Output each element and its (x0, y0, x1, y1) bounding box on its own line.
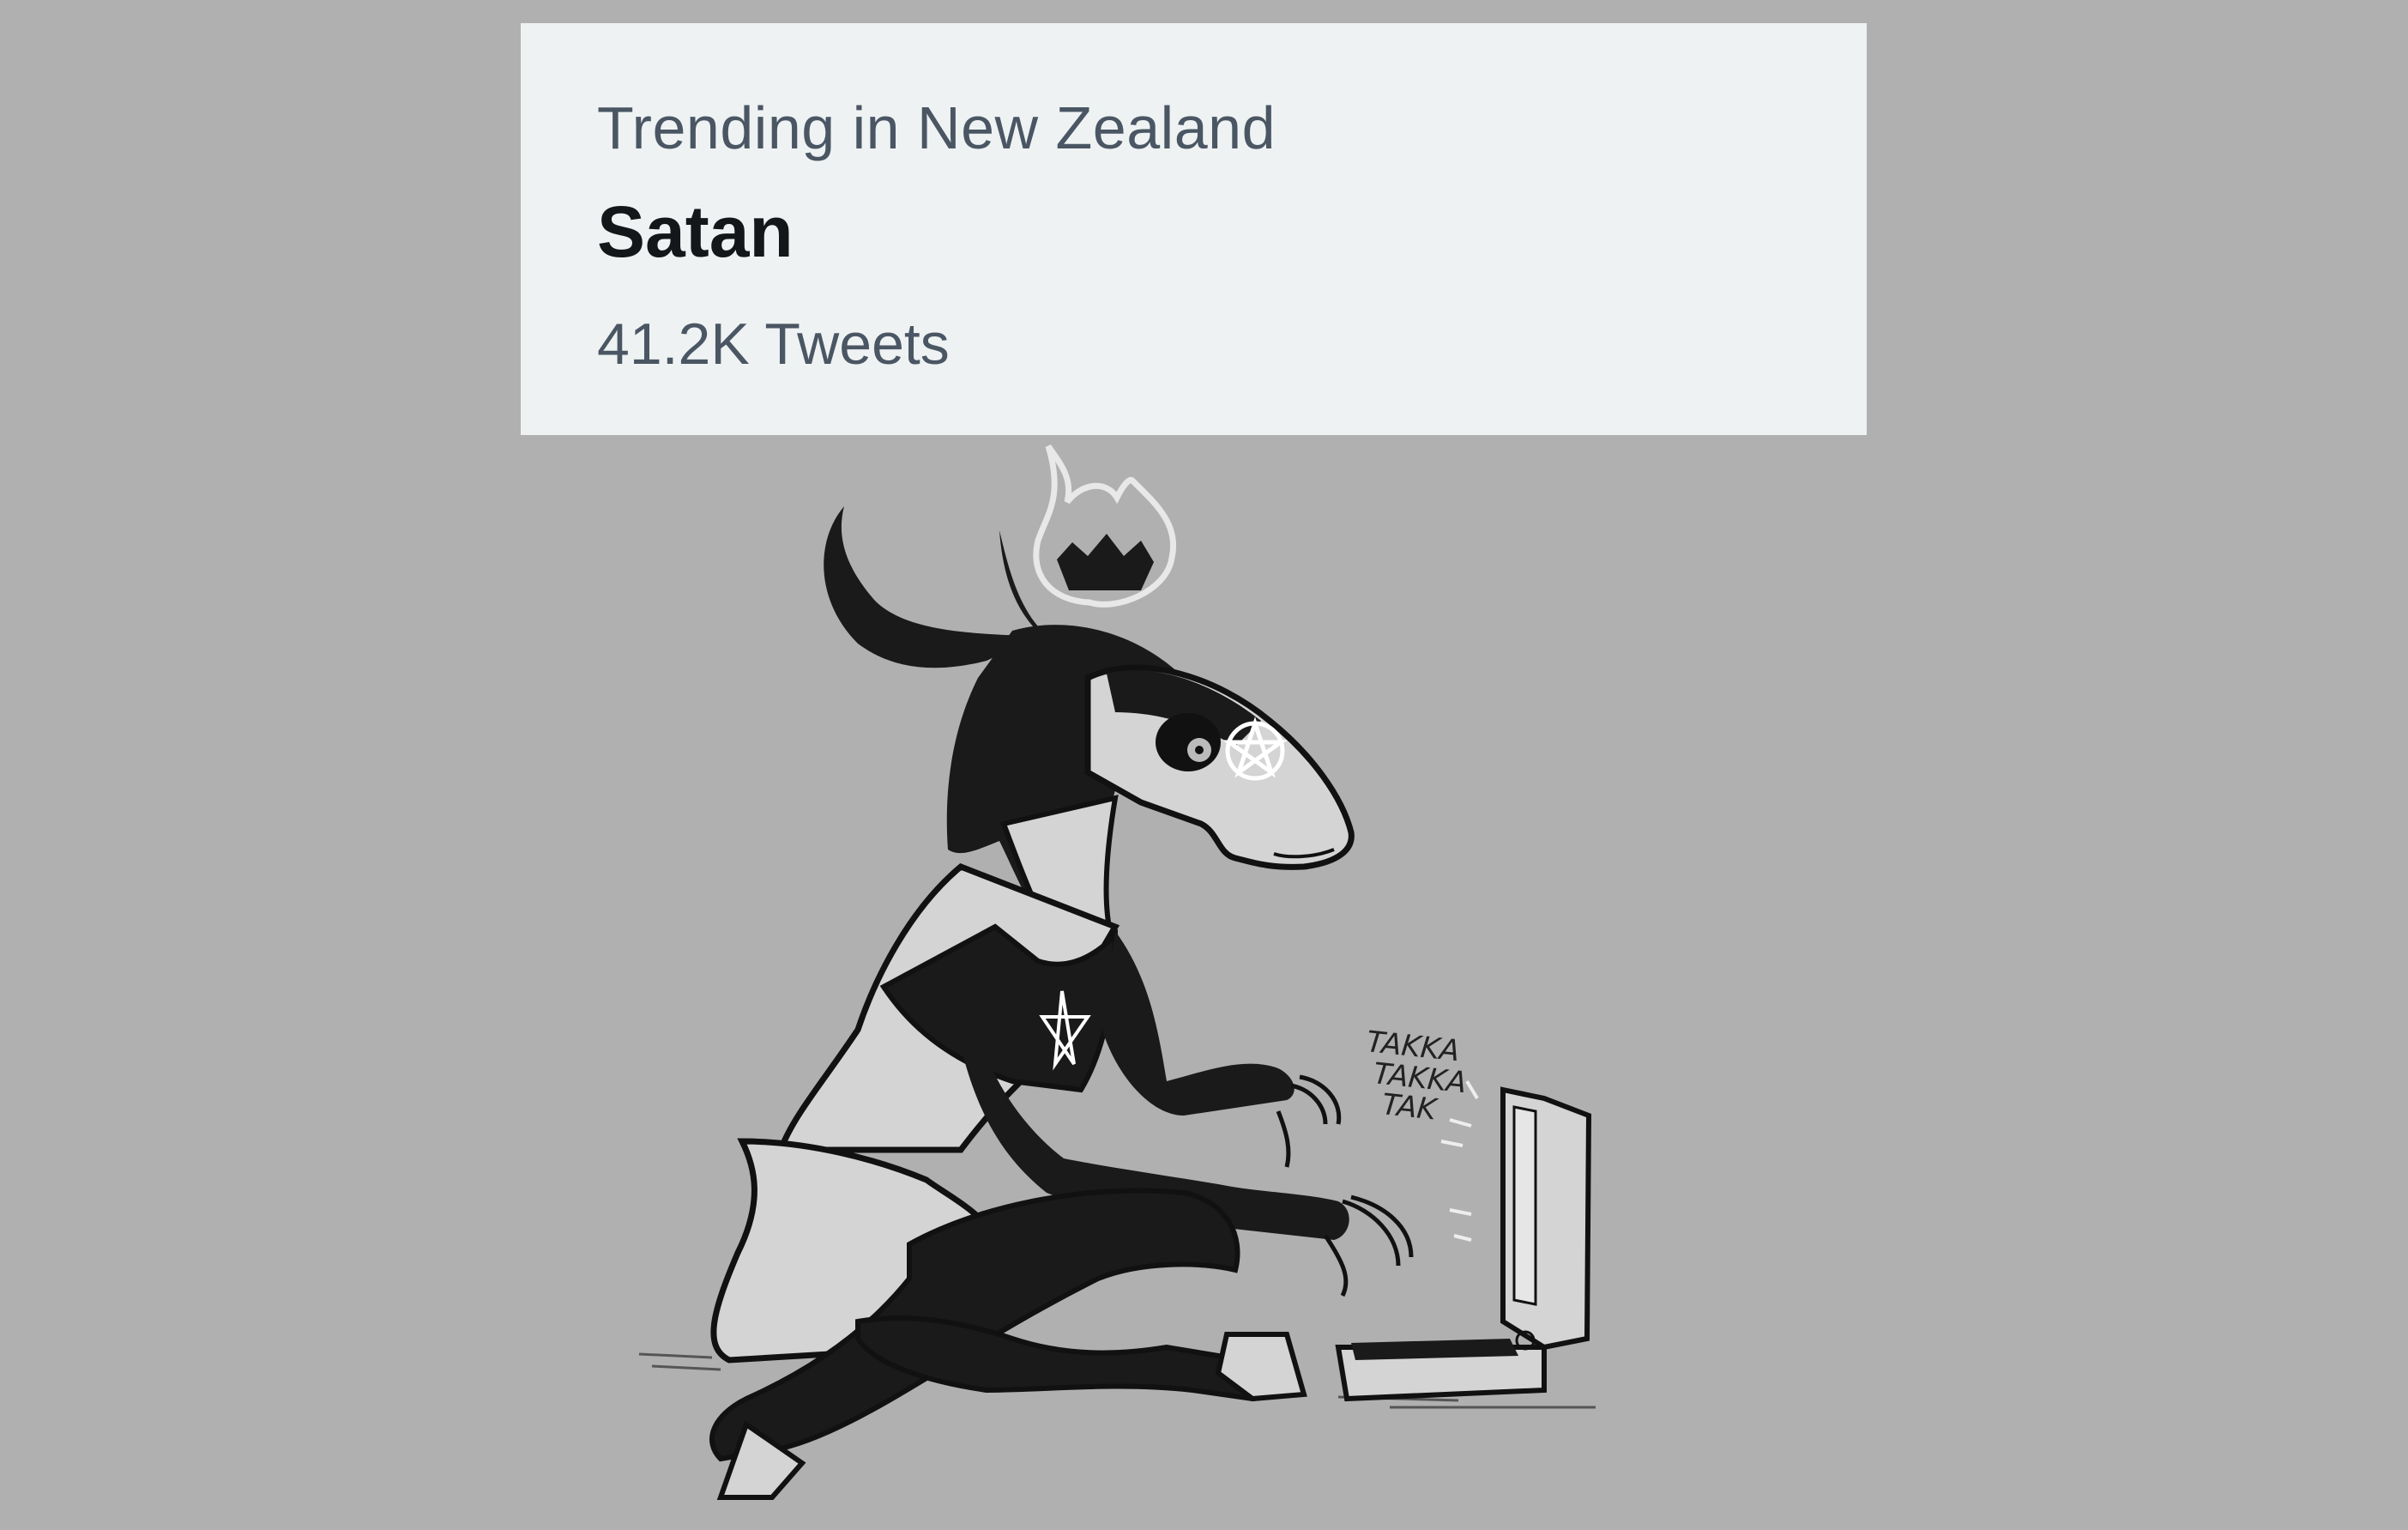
laptop-icon (1335, 1086, 1592, 1402)
flaming-crown-icon (1033, 444, 1177, 608)
meme-canvas: Trending in New Zealand Satan 41.2K Twee… (0, 0, 2408, 1530)
back-arm (1102, 931, 1295, 1116)
sfx-line-3: TAK (1380, 1087, 1440, 1128)
typing-motion-lines (1440, 1079, 1479, 1242)
goat-demon-illustration: TAKKA TAKKA TAK (638, 444, 1596, 1500)
eye (1156, 713, 1221, 771)
